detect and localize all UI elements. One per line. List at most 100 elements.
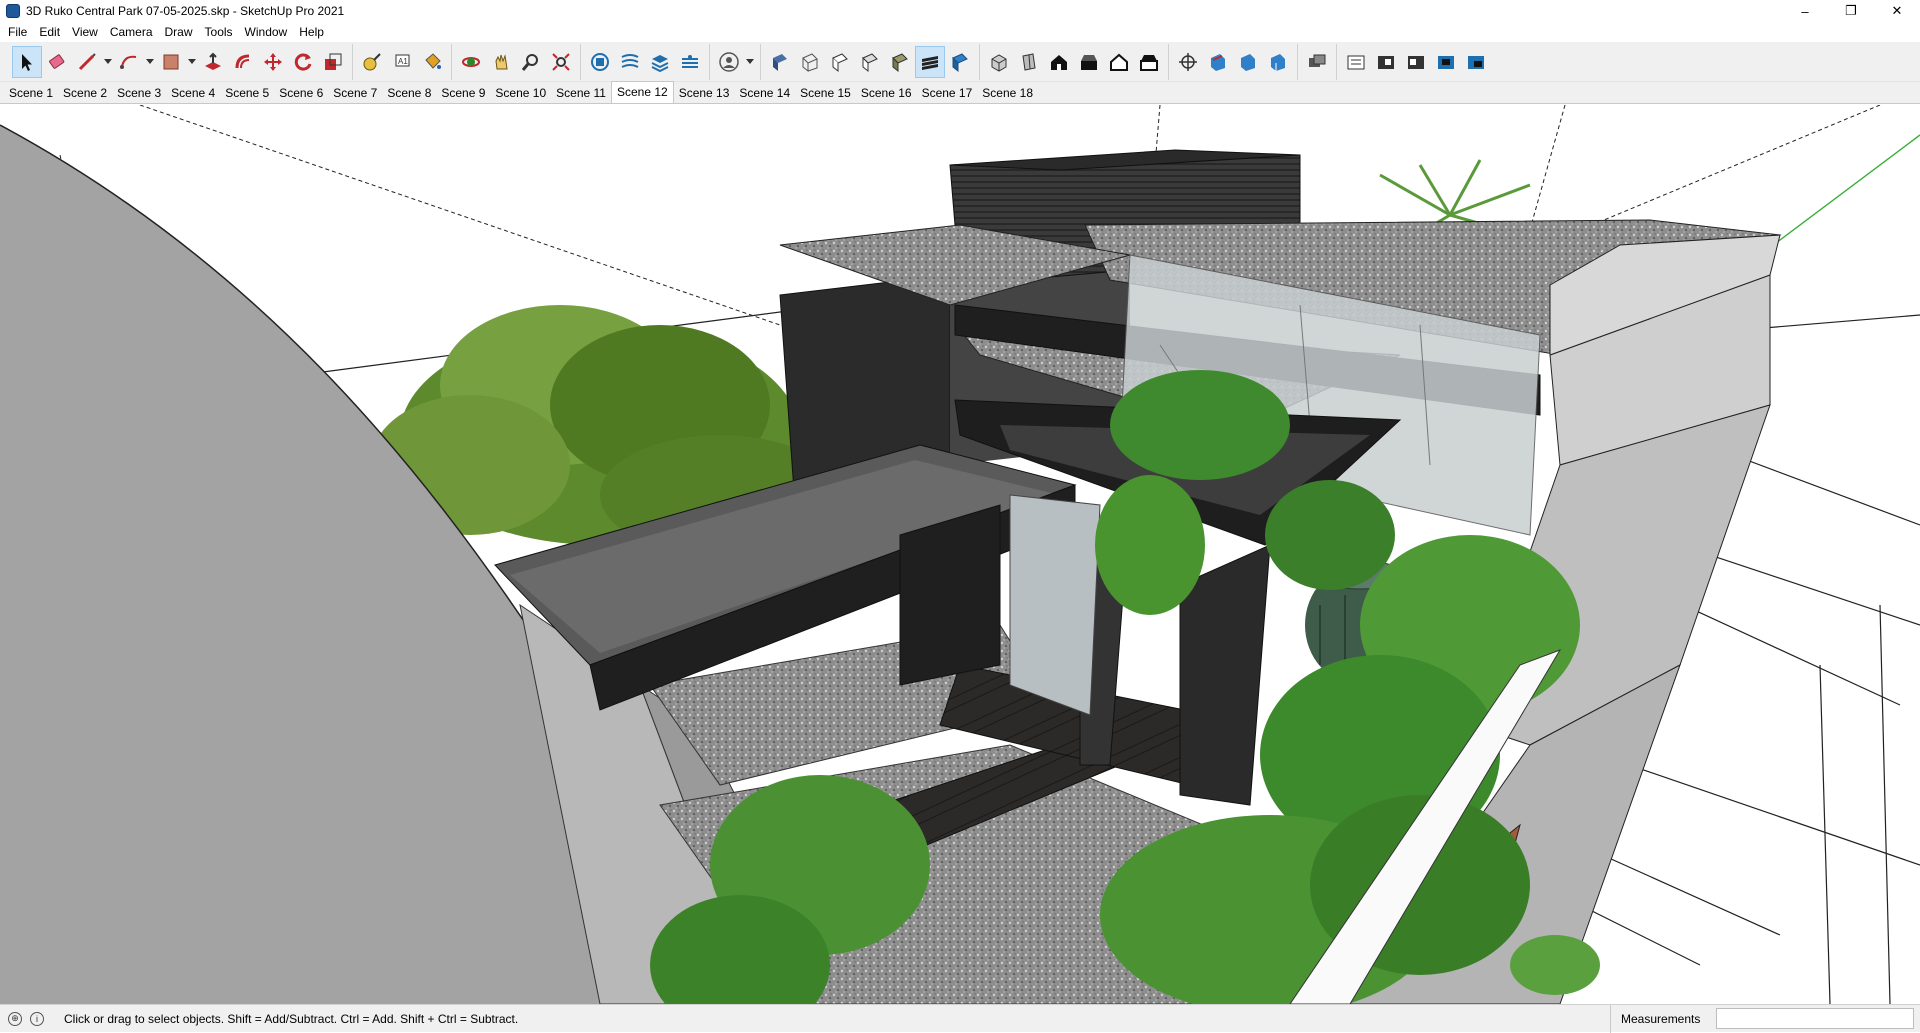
section-group: [1168, 43, 1297, 80]
section-plane-icon[interactable]: [1173, 46, 1203, 78]
info-icon[interactable]: i: [30, 1011, 44, 1026]
layers-icon[interactable]: [645, 46, 675, 78]
window-controls: – ❐ ✕: [1782, 0, 1920, 22]
scene-tab[interactable]: Scene 7: [328, 83, 382, 103]
hidden-line-style-icon[interactable]: [825, 46, 855, 78]
measurements-label: Measurements: [1610, 1005, 1700, 1033]
menu-camera[interactable]: Camera: [104, 22, 159, 42]
scene-tab[interactable]: Scene 5: [220, 83, 274, 103]
svg-text:A1: A1: [398, 57, 408, 66]
minimize-button[interactable]: –: [1782, 0, 1828, 22]
rectangle-dropdown-icon[interactable]: [186, 46, 198, 78]
wireframe-style-icon[interactable]: [795, 46, 825, 78]
extension-group: [1336, 43, 1495, 80]
tape-measure-icon[interactable]: [357, 46, 387, 78]
model-viewport[interactable]: [0, 105, 1920, 1004]
paint-bucket-icon[interactable]: [417, 46, 447, 78]
measurements-input[interactable]: [1716, 1008, 1914, 1029]
extension-5-icon[interactable]: [1461, 46, 1491, 78]
arc-tool-icon[interactable]: [114, 46, 144, 78]
camera-tools-group: [451, 43, 580, 80]
extension-2-icon[interactable]: [1371, 46, 1401, 78]
move-tool-icon[interactable]: [258, 46, 288, 78]
scene-tab[interactable]: Scene 9: [436, 83, 490, 103]
extension-1-icon[interactable]: [1341, 46, 1371, 78]
green-axis: [1759, 134, 1920, 256]
model-render: [0, 105, 1920, 1004]
menu-edit[interactable]: Edit: [33, 22, 66, 42]
section-display-2-icon[interactable]: [1233, 46, 1263, 78]
menu-window[interactable]: Window: [239, 22, 294, 42]
scene-tab[interactable]: Scene 1: [4, 83, 58, 103]
scene-tab[interactable]: Scene 17: [917, 83, 978, 103]
back-view-icon[interactable]: [1104, 46, 1134, 78]
menu-file[interactable]: File: [2, 22, 33, 42]
eraser-tool-icon[interactable]: [42, 46, 72, 78]
monochrome-style-icon[interactable]: [915, 45, 945, 78]
offset-tool-icon[interactable]: [228, 46, 258, 78]
text-tool-icon[interactable]: A1: [387, 46, 417, 78]
menu-tools[interactable]: Tools: [199, 22, 239, 42]
views-group: [979, 43, 1168, 80]
scene-tab[interactable]: Scene 6: [274, 83, 328, 103]
scale-tool-icon[interactable]: [318, 46, 348, 78]
menu-view[interactable]: View: [66, 22, 104, 42]
warehouse-icon[interactable]: [1302, 46, 1332, 78]
scene-tab[interactable]: Scene 4: [166, 83, 220, 103]
scene-tab[interactable]: Scene 3: [112, 83, 166, 103]
zoom-extents-icon[interactable]: [546, 46, 576, 78]
pan-icon[interactable]: [486, 46, 516, 78]
extension-4-icon[interactable]: [1431, 46, 1461, 78]
push-pull-tool-icon[interactable]: [198, 46, 228, 78]
top-view-icon[interactable]: [1014, 46, 1044, 78]
scene-tab[interactable]: Scene 10: [490, 83, 551, 103]
rectangle-tool-icon[interactable]: [156, 46, 186, 78]
close-button[interactable]: ✕: [1874, 0, 1920, 22]
account-icon[interactable]: [714, 46, 744, 78]
face-style-group: [760, 43, 979, 80]
scene-tab[interactable]: Scene 13: [674, 83, 735, 103]
rotate-tool-icon[interactable]: [288, 46, 318, 78]
geo-location-icon[interactable]: ⊕: [8, 1011, 22, 1026]
select-tool-icon[interactable]: [12, 45, 42, 78]
section-display-3-icon[interactable]: [1263, 46, 1293, 78]
menu-draw[interactable]: Draw: [159, 22, 199, 42]
line-tool-icon[interactable]: [72, 46, 102, 78]
extension-3-icon[interactable]: [1401, 46, 1431, 78]
orbit-icon[interactable]: [456, 46, 486, 78]
line-dropdown-icon[interactable]: [102, 46, 114, 78]
scene-tabs: Scene 1 Scene 2 Scene 3 Scene 4 Scene 5 Scene…: [0, 81, 1920, 104]
draw-tools-group: [8, 44, 352, 80]
shaded-style-icon[interactable]: [855, 46, 885, 78]
xray-style-icon[interactable]: [765, 46, 795, 78]
title-bar: 3D Ruko Central Park 07-05-2025.skp - Sk…: [0, 0, 1920, 22]
scene-tab[interactable]: Scene 15: [795, 83, 856, 103]
textured-style-icon[interactable]: [885, 46, 915, 78]
restore-button[interactable]: ❐: [1828, 0, 1874, 22]
styles-icon[interactable]: [615, 46, 645, 78]
components-icon[interactable]: [585, 46, 615, 78]
arc-dropdown-icon[interactable]: [144, 46, 156, 78]
warehouse-group: [1297, 43, 1336, 80]
scene-tab[interactable]: Scene 12: [610, 81, 674, 103]
scene-tab[interactable]: Scene 8: [382, 83, 436, 103]
account-group: [709, 43, 760, 80]
back-edges-style-icon[interactable]: [945, 46, 975, 78]
construction-tools-group: A1: [352, 43, 451, 80]
iso-view-icon[interactable]: [984, 46, 1014, 78]
scene-tab[interactable]: Scene 11: [551, 83, 611, 103]
left-view-icon[interactable]: [1134, 46, 1164, 78]
right-view-icon[interactable]: [1074, 46, 1104, 78]
scene-tab[interactable]: Scene 2: [58, 83, 112, 103]
scene-tab[interactable]: Scene 18: [977, 83, 1038, 103]
front-view-icon[interactable]: [1044, 46, 1074, 78]
large-toolset-toolbar: A1: [0, 42, 1920, 82]
scene-tab[interactable]: Scene 14: [734, 83, 795, 103]
menu-bar: File Edit View Camera Draw Tools Window …: [0, 22, 1920, 42]
scenes-icon[interactable]: [675, 46, 705, 78]
zoom-icon[interactable]: [516, 46, 546, 78]
scene-tab[interactable]: Scene 16: [856, 83, 917, 103]
section-display-1-icon[interactable]: [1203, 46, 1233, 78]
menu-help[interactable]: Help: [293, 22, 330, 42]
account-dropdown-icon[interactable]: [744, 46, 756, 78]
